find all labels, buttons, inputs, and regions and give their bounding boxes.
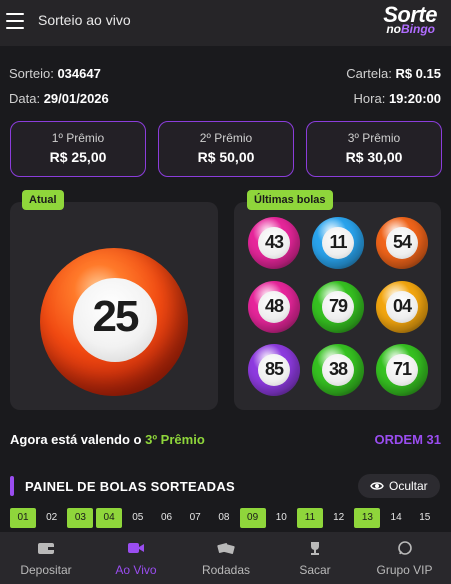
data-value: 29/01/2026 — [43, 91, 109, 106]
app-header: Sorteio ao vivo Sorte noBingo — [0, 0, 451, 46]
last-ball: 43 — [248, 217, 300, 269]
board-cell: 08 — [218, 512, 230, 523]
prize-label: 3º Prêmio — [347, 131, 401, 145]
section-accent-bar — [10, 476, 14, 496]
section-title: PAINEL DE BOLAS SORTEADAS — [25, 479, 235, 494]
hora-value: 19:20:00 — [388, 91, 441, 106]
info-row-bottom: Data: 29/01/2026 Hora: 19:20:00 — [9, 91, 441, 106]
menu-icon[interactable] — [6, 13, 24, 29]
whatsapp-icon — [397, 541, 412, 555]
prize-card-3: 3º Prêmio R$ 30,00 — [306, 121, 442, 177]
current-prize-highlight: 3º Prêmio — [145, 432, 205, 447]
nav-depositar[interactable]: Depositar — [0, 532, 92, 584]
board-cell: 12 — [333, 512, 345, 523]
last-ball: 04 — [376, 281, 428, 333]
prize-value: R$ 30,00 — [345, 149, 403, 165]
cartela-info: Cartela: R$ 0.15 — [346, 66, 441, 81]
prize-card-1: 1º Prêmio R$ 25,00 — [10, 121, 146, 177]
prize-status: Agora está valendo o 3º Prêmio — [10, 432, 205, 447]
last-ball: 38 — [312, 344, 364, 396]
board-cell: 05 — [132, 512, 144, 523]
board-cell: 03 — [67, 508, 94, 528]
hide-panel-button[interactable]: Ocultar — [358, 474, 440, 498]
last-ball: 71 — [376, 344, 428, 396]
last-ball: 48 — [248, 281, 300, 333]
board-cell: 07 — [189, 512, 201, 523]
board-cell: 15 — [419, 512, 431, 523]
last-balls-tag: Últimas bolas — [247, 190, 333, 210]
video-icon — [128, 543, 144, 553]
nav-rodadas[interactable]: Rodadas — [180, 532, 272, 584]
board-cell: 10 — [275, 512, 287, 523]
last-ball: 11 — [312, 217, 364, 269]
board-cell: 06 — [160, 512, 173, 523]
board-cell: 01 — [10, 508, 36, 528]
nav-sacar[interactable]: Sacar — [272, 532, 358, 584]
prize-value: R$ 25,00 — [49, 149, 107, 165]
bottom-nav: Depositar Ao Vivo Rodadas Sacar Grupo VI… — [0, 532, 451, 584]
current-tag: Atual — [22, 190, 64, 210]
sorteio-value: 034647 — [57, 66, 101, 81]
sorteio-label: Sorteio: — [9, 66, 54, 81]
order-number: ORDEM 31 — [374, 432, 441, 447]
info-row-top: Sorteio: 034647 Cartela: R$ 0.15 — [9, 66, 441, 81]
brand-logo[interactable]: Sorte noBingo — [371, 2, 437, 42]
board-cell: 13 — [354, 508, 381, 528]
eye-icon — [370, 482, 384, 490]
nav-grupo-vip[interactable]: Grupo VIP — [358, 532, 451, 584]
prize-card-2: 2º Prêmio R$ 50,00 — [158, 121, 294, 177]
current-ball-number: 25 — [92, 292, 140, 341]
cartela-value: R$ 0.15 — [395, 66, 441, 81]
last-ball: 85 — [248, 344, 300, 396]
nav-ao-vivo[interactable]: Ao Vivo — [92, 532, 180, 584]
prize-label: 1º Prêmio — [51, 131, 105, 145]
wallet-icon — [38, 543, 54, 554]
hora-info: Hora: 19:20:00 — [353, 91, 441, 106]
last-ball: 54 — [376, 217, 428, 269]
page-title: Sorteio ao vivo — [38, 12, 131, 28]
prize-value: R$ 50,00 — [197, 149, 255, 165]
board-cell: 02 — [46, 512, 58, 523]
board-cell: 14 — [390, 512, 402, 523]
tickets-icon — [217, 543, 235, 554]
prize-label: 2º Prêmio — [199, 131, 253, 145]
board-cell: 04 — [96, 508, 123, 528]
current-ball: 25 — [40, 248, 188, 396]
board-cell: 09 — [239, 508, 266, 528]
data-label: Data: — [9, 91, 41, 106]
trophy-icon — [311, 542, 319, 555]
last-ball: 79 — [312, 281, 364, 333]
board-cell: 11 — [297, 508, 323, 528]
